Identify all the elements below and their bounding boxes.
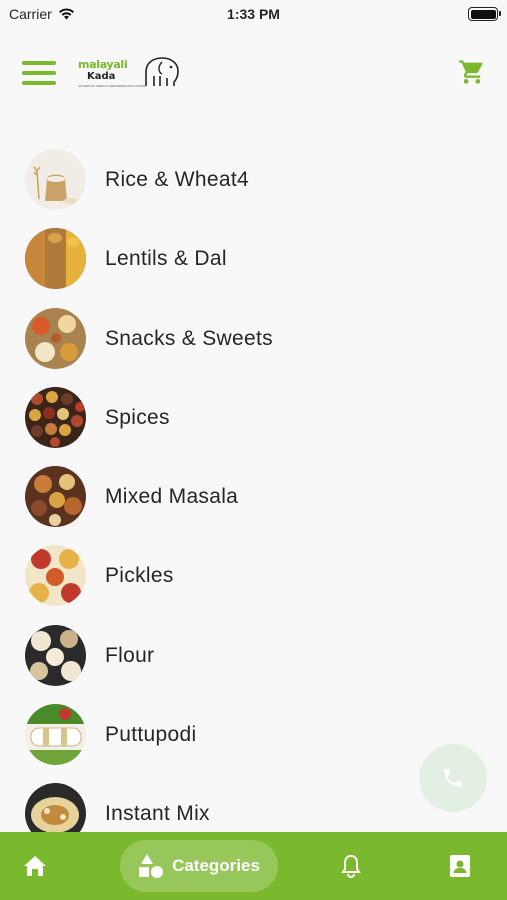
category-thumbnail — [25, 228, 86, 290]
phone-icon — [444, 769, 462, 787]
cart-button[interactable] — [458, 58, 486, 86]
contact-card-icon — [450, 855, 470, 877]
category-list: Rice & Wheat4 Lentils & Dal Snacks & Swe… — [0, 140, 507, 854]
status-bar: Carrier 1:33 PM — [0, 0, 507, 30]
category-label: Spices — [105, 405, 170, 429]
category-thumbnail — [25, 704, 86, 766]
category-label: Lentils & Dal — [105, 247, 227, 271]
home-icon — [24, 856, 46, 876]
logo-tagline: AUTHENTIC KERALA GROCERIES AND FOODS — [78, 84, 146, 88]
category-label: Instant Mix — [105, 802, 210, 826]
app-header: malayali Kada AUTHENTIC KERALA GROCERIES… — [0, 48, 507, 98]
category-label: Rice & Wheat4 — [105, 168, 249, 191]
category-label: Flour — [105, 643, 155, 667]
bottom-navigation: Categories — [0, 832, 507, 900]
category-thumbnail — [25, 149, 86, 210]
category-item-mixed-masala[interactable]: Mixed Masala — [0, 457, 507, 536]
nav-categories[interactable]: Categories — [120, 840, 278, 892]
nav-notifications[interactable] — [326, 832, 376, 900]
hamburger-icon — [22, 61, 56, 65]
category-item-flour[interactable]: Flour — [0, 616, 507, 695]
nav-profile[interactable] — [435, 832, 485, 900]
category-thumbnail — [25, 624, 86, 686]
nav-categories-label: Categories — [172, 856, 260, 875]
category-label: Mixed Masala — [105, 485, 239, 509]
category-item-rice-wheat[interactable]: Rice & Wheat4 — [0, 140, 507, 219]
category-thumbnail — [25, 307, 86, 369]
elephant-logo-icon — [145, 57, 179, 86]
battery-icon — [468, 7, 501, 21]
category-item-snacks-sweets[interactable]: Snacks & Sweets — [0, 299, 507, 378]
logo-text-kada: Kada — [87, 71, 116, 82]
shopping-cart-icon — [459, 60, 483, 84]
category-item-pickles[interactable]: Pickles — [0, 536, 507, 615]
category-label: Puttupodi — [105, 723, 197, 747]
call-fab-button[interactable] — [419, 744, 487, 812]
category-label: Snacks & Sweets — [105, 326, 273, 350]
status-time: 1:33 PM — [227, 6, 280, 22]
categories-icon — [139, 854, 164, 878]
logo-text-malayali: malayali — [78, 58, 128, 71]
category-item-lentils-dal[interactable]: Lentils & Dal — [0, 219, 507, 298]
menu-button[interactable] — [22, 59, 56, 87]
category-thumbnail — [25, 545, 86, 607]
category-item-spices[interactable]: Spices — [0, 378, 507, 457]
category-label: Pickles — [105, 564, 174, 588]
category-thumbnail — [25, 466, 86, 528]
app-logo: malayali Kada AUTHENTIC KERALA GROCERIES… — [78, 54, 184, 92]
category-thumbnail — [25, 386, 86, 448]
bell-icon — [341, 854, 361, 878]
nav-home[interactable] — [10, 832, 60, 900]
